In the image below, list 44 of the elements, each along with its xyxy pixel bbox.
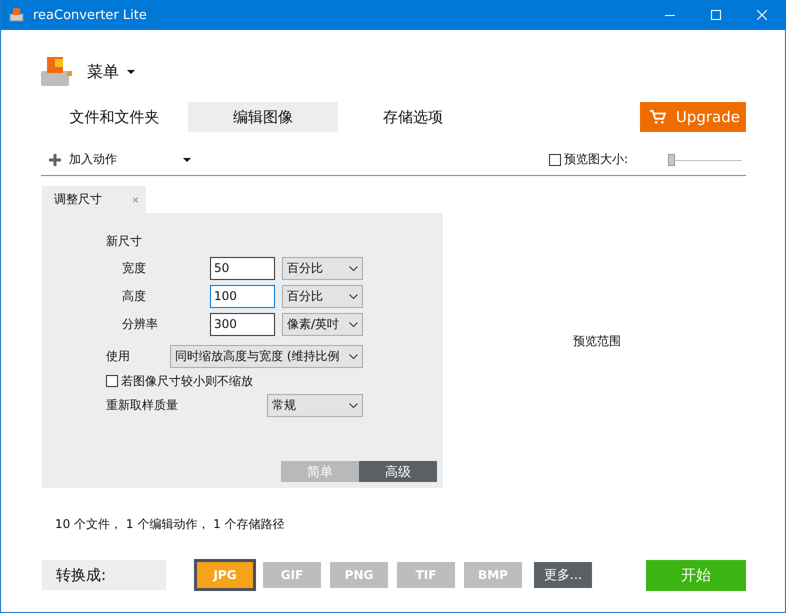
preview-size-label: 预览图大小:: [564, 151, 628, 168]
preview-size-slider[interactable]: [668, 154, 742, 166]
chevron-down-icon: [349, 322, 358, 326]
input-field[interactable]: 100: [210, 284, 275, 308]
chevron-down-icon: [349, 354, 358, 358]
input-field[interactable]: 50: [210, 256, 275, 280]
unit-dropdown[interactable]: 百分比: [282, 256, 363, 280]
field-label: 高度: [122, 288, 147, 304]
close-icon: [757, 10, 767, 20]
checkbox[interactable]: [548, 154, 561, 166]
window-title: reaConverter Lite: [33, 8, 148, 22]
printer-icon: [41, 57, 73, 87]
section-heading: 新尺寸: [106, 233, 143, 250]
action-tab-label: 调整尺寸: [54, 191, 102, 208]
mode-toggle[interactable]: 高级: [359, 461, 437, 482]
scale-mode-dropdown[interactable]: 同时缩放高度与宽度 (维持比例: [170, 344, 363, 368]
unit-dropdown[interactable]: 百分比: [282, 284, 363, 308]
tab[interactable]: 存储选项: [338, 102, 488, 132]
field-label: 分辨率: [122, 316, 159, 332]
chevron-down-icon: [349, 294, 358, 298]
use-label: 使用: [106, 348, 131, 364]
plus-icon: [49, 154, 61, 166]
checkbox[interactable]: [106, 375, 118, 387]
tab[interactable]: 编辑图像: [188, 102, 338, 132]
convert-to-label: 转换成:: [42, 560, 166, 590]
status-text: 10 个文件， 1 个编辑动作， 1 个存储路径: [55, 516, 286, 533]
action-tab[interactable]: 调整尺寸 ×: [42, 186, 146, 213]
cart-icon: [650, 109, 666, 125]
quality-label: 重新取样质量: [106, 396, 179, 414]
menu-button[interactable]: 菜单: [87, 62, 135, 82]
preview-area-label: 预览范围: [573, 332, 621, 350]
chevron-down-icon: [349, 266, 358, 270]
unit-dropdown[interactable]: 像素/英吋: [282, 312, 363, 336]
quality-dropdown[interactable]: 常规: [267, 394, 363, 416]
maximize-icon: [711, 10, 721, 20]
no-upscale-label: 若图像尺寸较小则不缩放: [121, 372, 253, 390]
tab[interactable]: 文件和文件夹: [41, 102, 188, 132]
app-icon: [9, 8, 25, 22]
add-action-button[interactable]: 加入动作: [41, 151, 191, 168]
input-field[interactable]: 300: [210, 312, 275, 336]
chevron-down-icon: [349, 402, 358, 408]
field-label: 宽度: [122, 260, 147, 276]
more-formats-button[interactable]: 更多...: [534, 562, 592, 588]
minimize-icon: [665, 14, 675, 16]
